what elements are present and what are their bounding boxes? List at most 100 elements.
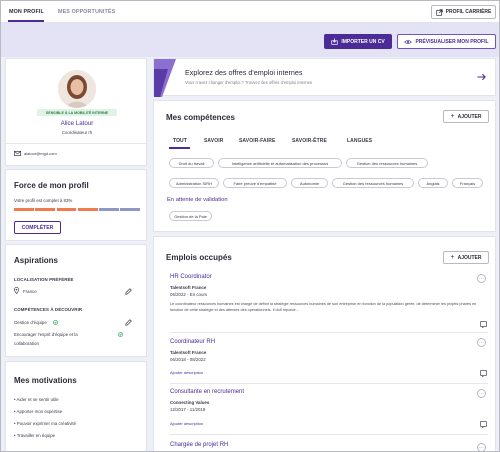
profile-email[interactable]: alatour@mgd.com bbox=[24, 151, 57, 156]
skill-chip[interactable]: Intelligence artificielle et automatisat… bbox=[218, 158, 342, 168]
explore-offers-banner[interactable]: Explorez des offres d'emploi internes Vo… bbox=[153, 58, 496, 97]
skills-tab-savoir-faire[interactable]: SAVOIR-FAIRE bbox=[239, 138, 275, 144]
comment-icon[interactable] bbox=[480, 421, 487, 428]
motivation-text: Travailler en équipe bbox=[16, 433, 56, 438]
active-tab-indicator bbox=[8, 20, 44, 22]
skill-chip[interactable]: Droit du travail bbox=[169, 158, 214, 168]
job-dates: 06/2018 - 08/2022 bbox=[170, 357, 206, 362]
jobs-title: Emplois occupés bbox=[166, 253, 232, 262]
strength-bar-segment bbox=[14, 208, 34, 211]
profile-card: SENSIBLE À LA MOBILITÉ INTERNE Alice Lat… bbox=[5, 58, 148, 166]
jobs-card: Emplois occupés + AJOUTER HR Coordinator… bbox=[153, 236, 496, 451]
skill-chip[interactable]: Administration SIRH bbox=[169, 178, 219, 188]
aspirations-card: Aspirations LOCALISATION PRÉFÉRÉE France… bbox=[5, 244, 147, 357]
motivation-item: • Pouvoir exprimer ma créativité bbox=[14, 421, 77, 426]
avatar bbox=[58, 70, 96, 108]
check-circle-icon bbox=[53, 320, 58, 325]
plus-icon: + bbox=[450, 113, 455, 120]
skills-tab-savoir[interactable]: SAVOIR bbox=[204, 138, 223, 144]
skill-chip[interactable]: Anglais bbox=[418, 178, 448, 188]
aspirations-title: Aspirations bbox=[14, 256, 59, 265]
skills-tab-all[interactable]: TOUT bbox=[173, 138, 187, 144]
job-dates: 06/2022 - En cours bbox=[170, 292, 208, 297]
plus-icon: + bbox=[450, 254, 455, 261]
profile-strength-bar bbox=[14, 208, 140, 211]
strength-bar-segment bbox=[120, 208, 140, 211]
mobility-badge: SENSIBLE À LA MOBILITÉ INTERNE bbox=[37, 109, 117, 116]
motivation-item: • Aider et se sentir utile bbox=[14, 397, 59, 402]
career-profile-button[interactable]: PROFIL CARRIÈRE bbox=[431, 5, 496, 19]
complete-profile-label: COMPLÉTER bbox=[21, 224, 54, 231]
banner-illustration bbox=[154, 59, 176, 97]
skills-tab-langues[interactable]: LANGUES bbox=[347, 138, 372, 144]
job-description: Le coordinateur ressources humaines est … bbox=[170, 302, 477, 312]
job-more-options-button[interactable]: … bbox=[477, 338, 486, 347]
pending-skill-chip[interactable]: Gestion de la Paie bbox=[169, 211, 212, 221]
add-job-button[interactable]: + AJOUTER bbox=[443, 251, 489, 264]
app-frame: MON PROFIL MES OPPORTUNITÉS PROFIL CARRI… bbox=[0, 0, 500, 452]
motivation-text: Aider et se sentir utile bbox=[16, 397, 59, 402]
job-more-options-button[interactable]: … bbox=[477, 274, 486, 283]
preferred-location-value: France bbox=[23, 289, 37, 294]
motivation-text: Apporter mon expertise bbox=[16, 409, 63, 414]
skill-chip[interactable]: Autonomie bbox=[291, 178, 328, 188]
preview-profile-button[interactable]: PRÉVISUALISER MON PROFIL bbox=[397, 34, 496, 49]
skill-chip[interactable]: Gestion des ressources humaines bbox=[332, 178, 414, 188]
tab-mon-profil[interactable]: MON PROFIL bbox=[9, 9, 44, 15]
add-skill-label: AJOUTER bbox=[457, 113, 482, 120]
job-divider bbox=[170, 332, 488, 333]
comment-icon[interactable] bbox=[480, 370, 487, 377]
job-title[interactable]: Consultante en recrutement bbox=[170, 389, 244, 395]
strength-bar-segment bbox=[99, 208, 119, 211]
skill-to-discover-item: Encourager l'esprit d'équipe et la bbox=[14, 332, 78, 337]
mail-icon bbox=[14, 151, 21, 156]
add-skill-button[interactable]: + AJOUTER bbox=[443, 110, 489, 123]
edit-skills-pencil-icon[interactable] bbox=[125, 319, 132, 326]
comment-icon[interactable] bbox=[480, 321, 487, 328]
job-more-options-button[interactable]: … bbox=[477, 389, 486, 398]
motivation-item: • Apporter mon expertise bbox=[14, 409, 63, 414]
pending-validation-label: En attente de validation bbox=[167, 197, 228, 203]
strength-bar-segment bbox=[77, 208, 98, 211]
skills-tab-savoir-etre[interactable]: SAVOIR-ÊTRE bbox=[292, 138, 327, 144]
tab-mes-opportunites[interactable]: MES OPPORTUNITÉS bbox=[58, 9, 115, 15]
strength-bar-segment bbox=[56, 208, 77, 211]
skills-tab-indicator bbox=[169, 147, 190, 149]
job-company: Connecting Values bbox=[170, 400, 210, 405]
import-icon bbox=[331, 38, 338, 45]
job-title[interactable]: Chargée de projet RH bbox=[170, 442, 228, 448]
explore-subtitle: Vous n'avez changer d'emploi ? Trouvez d… bbox=[185, 80, 313, 85]
job-divider bbox=[170, 434, 488, 435]
profile-strength-title: Force de mon profil bbox=[14, 181, 89, 190]
job-title[interactable]: Coordinateur RH bbox=[170, 339, 215, 345]
top-navigation: MON PROFIL MES OPPORTUNITÉS PROFIL CARRI… bbox=[1, 1, 499, 23]
add-description-link[interactable]: Ajouter description bbox=[170, 421, 203, 426]
profile-name: Alice Latour bbox=[60, 120, 94, 127]
profile-strength-card: Force de mon profil Votre profil est com… bbox=[5, 169, 147, 241]
skill-chip[interactable]: Gestion des ressources humaines bbox=[346, 158, 428, 168]
complete-profile-button[interactable]: COMPLÉTER bbox=[14, 221, 61, 234]
check-circle-icon bbox=[118, 332, 123, 337]
skill-to-discover-item-continued: collaboration bbox=[14, 341, 39, 346]
import-cv-label: IMPORTER UN CV bbox=[341, 38, 385, 45]
skill-chip[interactable]: Français bbox=[452, 178, 483, 188]
avatar-photo bbox=[58, 70, 96, 108]
skill-chip[interactable]: Faire preuve d'empathie bbox=[223, 178, 287, 188]
motivation-item: • Travailler en équipe bbox=[14, 433, 56, 438]
job-dates: 12/2017 - 11/2019 bbox=[170, 407, 206, 412]
job-divider bbox=[170, 383, 488, 384]
career-profile-label: PROFIL CARRIÈRE bbox=[445, 9, 492, 15]
edit-location-pencil-icon[interactable] bbox=[125, 288, 132, 295]
skills-title: Mes compétences bbox=[166, 113, 235, 122]
strength-bar-segment bbox=[35, 208, 55, 211]
job-company: Talentsoft France bbox=[170, 285, 207, 290]
job-more-options-button[interactable]: … bbox=[477, 443, 486, 451]
eye-icon bbox=[404, 39, 413, 44]
motivations-title: Mes motivations bbox=[14, 376, 77, 385]
external-link-icon bbox=[435, 8, 443, 16]
job-title[interactable]: HR Coordinator bbox=[170, 274, 212, 280]
import-cv-button[interactable]: IMPORTER UN CV bbox=[324, 34, 392, 49]
add-description-link[interactable]: Ajouter description bbox=[170, 370, 203, 375]
skills-to-discover-label: COMPÉTENCES À DÉCOUVRIR bbox=[14, 307, 83, 312]
arrow-right-icon[interactable] bbox=[477, 73, 486, 81]
